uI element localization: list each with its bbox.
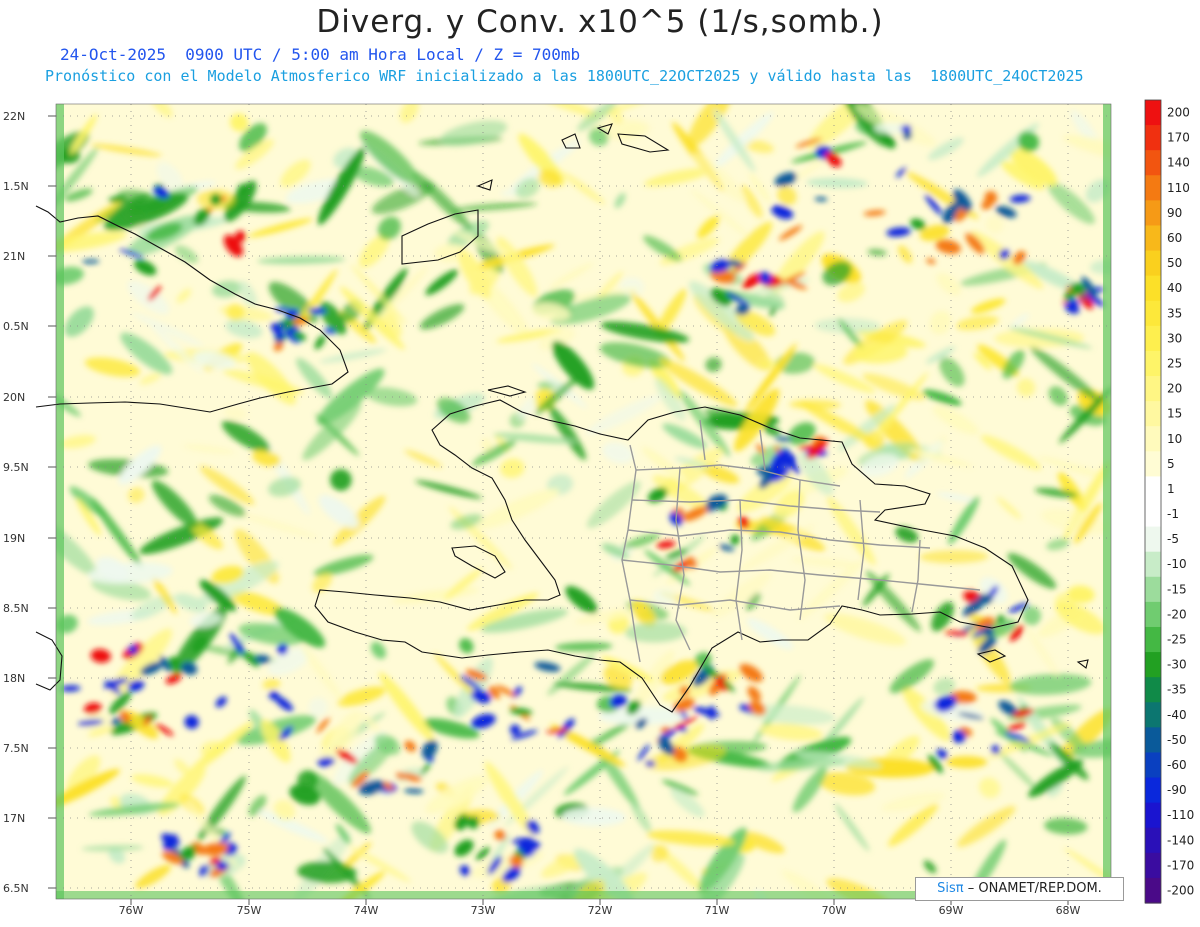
colorbar-swatch: [1145, 877, 1161, 904]
colorbar-label: 10: [1167, 432, 1182, 446]
colorbar-label: -200: [1167, 884, 1194, 898]
colorbar-swatch: [1145, 175, 1161, 201]
colorbar-swatch: [1145, 526, 1161, 553]
colorbar-label: 30: [1167, 331, 1182, 345]
colorbar-swatch: [1145, 852, 1161, 879]
lat-label: 17N: [3, 812, 25, 825]
colorbar-swatch: [1145, 677, 1161, 703]
lat-label: 18N: [3, 672, 25, 685]
colorbar-swatch: [1145, 827, 1161, 854]
colorbar-swatch: [1145, 275, 1161, 302]
colorbar-label: 60: [1167, 231, 1182, 245]
colorbar-label: 25: [1167, 357, 1182, 371]
colorbar-label: -5: [1167, 532, 1179, 546]
lat-label: 6.5N: [3, 882, 29, 895]
colorbar-label: 50: [1167, 256, 1182, 270]
lon-label: 73W: [471, 904, 496, 917]
colorbar-label: 5: [1167, 457, 1175, 471]
colorbar-swatch: [1145, 576, 1161, 603]
colorbar-swatch: [1145, 325, 1161, 352]
colorbar-label: -60: [1167, 758, 1187, 772]
lon-label: 72W: [588, 904, 613, 917]
lat-label: 7.5N: [3, 742, 29, 755]
latitude-labels: 22N 1.5N 21N 0.5N 20N 9.5N 19N 8.5N 18N 7.5N 17N 6.…: [3, 110, 56, 895]
colorbar-swatch: [1145, 451, 1161, 477]
colorbar-swatch: [1145, 426, 1161, 452]
colorbar-label: 1: [1167, 482, 1175, 496]
colorbar-swatch: [1145, 125, 1161, 151]
colorbar-swatch: [1145, 777, 1161, 804]
colorbar-label: 140: [1167, 156, 1190, 170]
lon-label: 70W: [822, 904, 847, 917]
colorbar-swatch: [1145, 200, 1161, 227]
colorbar-label: -170: [1167, 858, 1194, 872]
divergence-field: [56, 104, 1111, 899]
lon-label: 71W: [705, 904, 730, 917]
colorbar-label: 170: [1167, 131, 1190, 145]
colorbar-swatch: [1145, 401, 1161, 427]
lat-label: 19N: [3, 532, 25, 545]
lat-label: 21N: [3, 250, 25, 263]
colorbar-swatch: [1145, 652, 1161, 678]
colorbar-swatch: [1145, 376, 1161, 402]
lon-label: 74W: [354, 904, 379, 917]
lat-label: 22N: [3, 110, 25, 123]
colorbar-label: 90: [1167, 206, 1182, 220]
lon-label: 76W: [119, 904, 144, 917]
colorbar-label: 35: [1167, 306, 1182, 320]
colorbar-label: -90: [1167, 783, 1187, 797]
colorbar-label: -40: [1167, 708, 1187, 722]
colorbar-label: 15: [1167, 407, 1182, 421]
colorbar-swatch: [1145, 752, 1161, 779]
lon-label: 69W: [939, 904, 964, 917]
colorbar-label: -140: [1167, 833, 1194, 847]
valid-time-line: 24-Oct-2025 0900 UTC / 5:00 am Hora Loca…: [60, 45, 581, 64]
longitude-labels: 76W 75W 74W 73W 72W 71W 70W 69W 68W: [119, 899, 1081, 917]
colorbar-swatch: [1145, 501, 1161, 528]
colorbar-swatch: [1145, 601, 1161, 628]
colorbar-label: -35: [1167, 683, 1187, 697]
colorbar-swatch: [1145, 476, 1161, 503]
colorbar-swatch: [1145, 802, 1161, 829]
colorbar-label: 40: [1167, 281, 1182, 295]
colorbar-label: -10: [1167, 557, 1187, 571]
sispi-logo: Sisπ: [937, 881, 964, 896]
lat-label: 8.5N: [3, 602, 29, 615]
lat-label: 1.5N: [3, 180, 29, 193]
colorbar-swatch: [1145, 626, 1161, 653]
lon-label: 75W: [237, 904, 262, 917]
colorbar-label: -110: [1167, 808, 1194, 822]
colorbar-label: -1: [1167, 507, 1179, 521]
colorbar: 200 170 140 110 90 60 50 40 35 30 25 20 15 10 5 1 -1 -5 -1…: [1144, 99, 1194, 904]
colorbar-label: -50: [1167, 733, 1187, 747]
colorbar-label: -25: [1167, 633, 1187, 647]
chart-title: Diverg. y Conv. x10^5 (1/s,somb.): [316, 4, 884, 40]
colorbar-label: -15: [1167, 582, 1187, 596]
credit-text: – ONAMET/REP.DOM.: [967, 881, 1102, 896]
colorbar-label: 20: [1167, 382, 1182, 396]
lat-label: 0.5N: [3, 320, 29, 333]
colorbar-swatch: [1145, 727, 1161, 754]
colorbar-swatch: [1145, 702, 1161, 728]
lat-label: 9.5N: [3, 461, 29, 474]
colorbar-label: 200: [1167, 106, 1190, 120]
colorbar-swatch: [1145, 225, 1161, 252]
colorbar-swatch: [1145, 150, 1161, 176]
model-info-line: Pronóstico con el Modelo Atmosferico WRF…: [45, 67, 1084, 85]
colorbar-swatch: [1145, 551, 1161, 578]
credit-box: Sisπ – ONAMET/REP.DOM.: [915, 877, 1124, 901]
colorbar-swatch: [1145, 250, 1161, 277]
lat-label: 20N: [3, 391, 25, 404]
colorbar-swatch: [1145, 350, 1161, 377]
colorbar-swatch: [1145, 300, 1161, 327]
colorbar-label: -30: [1167, 658, 1187, 672]
lon-label: 68W: [1056, 904, 1081, 917]
divergence-map: 22N 1.5N 21N 0.5N 20N 9.5N 19N 8.5N 18N 7.5N 17N 6.…: [3, 99, 1194, 917]
colorbar-label: 110: [1167, 181, 1190, 195]
colorbar-label: -20: [1167, 607, 1187, 621]
colorbar-swatch: [1145, 100, 1161, 126]
